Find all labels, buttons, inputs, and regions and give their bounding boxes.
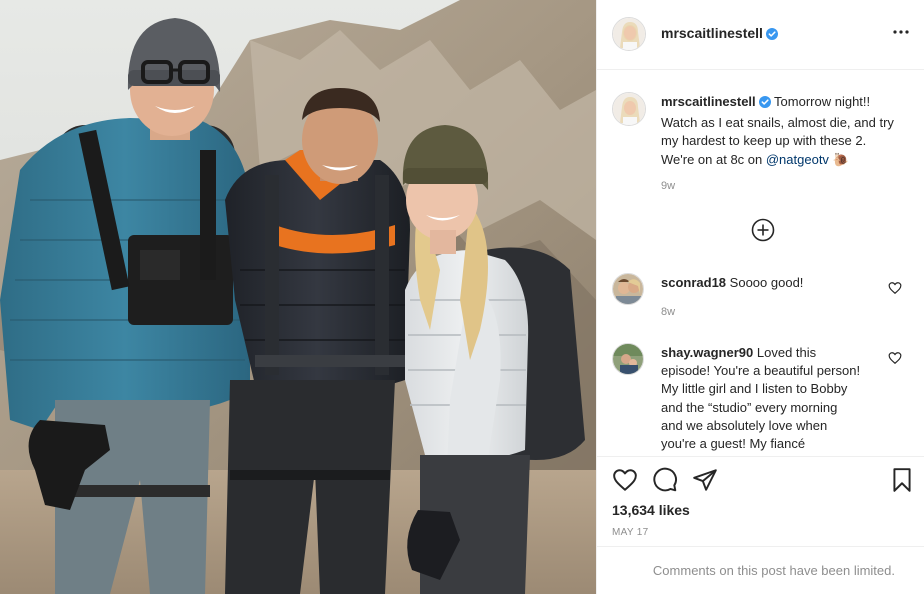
post-actions: 13,634 likes MAY 17: [597, 456, 924, 546]
snail-emoji: 🐌: [832, 151, 849, 167]
comment-like-heart-icon[interactable]: [888, 281, 902, 295]
heart-icon[interactable]: [612, 467, 638, 493]
commenter-avatar[interactable]: [612, 343, 644, 375]
comment-text: sconrad18 Soooo good!: [661, 274, 861, 292]
comment-username[interactable]: sconrad18: [661, 275, 726, 290]
caption-timestamp[interactable]: 9w: [661, 180, 675, 192]
verified-badge-icon: [758, 95, 771, 114]
commenter-avatar-image: [613, 274, 643, 304]
comment-text: shay.wagner90 Loved this episode! You're…: [661, 344, 861, 453]
verified-badge-icon: [765, 27, 778, 43]
post-side-panel: mrscaitlinestell mrscaitlinestell Tomorr…: [596, 0, 924, 594]
post-header: mrscaitlinestell: [597, 0, 924, 70]
caption-author-avatar[interactable]: [612, 92, 646, 126]
post-photo-image: [0, 0, 596, 594]
comments-list[interactable]: mrscaitlinestell Tomorrow night!! Watch …: [597, 70, 924, 456]
author-username[interactable]: mrscaitlinestell: [661, 25, 763, 41]
paper-plane-icon[interactable]: [692, 467, 718, 493]
more-horizontal-icon[interactable]: [891, 22, 911, 42]
caption-avatar-image: [613, 93, 645, 125]
author-username-row: mrscaitlinestell: [661, 25, 778, 43]
commenter-avatar-image: [613, 344, 643, 374]
comment-bubble-icon[interactable]: [652, 467, 678, 493]
author-avatar[interactable]: [612, 17, 646, 51]
likes-count[interactable]: 13,634 likes: [612, 502, 690, 518]
caption-text: mrscaitlinestell Tomorrow night!! Watch …: [661, 93, 901, 169]
plus-circle-icon[interactable]: [751, 218, 775, 242]
post-photo[interactable]: [0, 0, 596, 594]
instagram-post: mrscaitlinestell mrscaitlinestell Tomorr…: [0, 0, 924, 594]
comment-like-heart-icon[interactable]: [888, 351, 902, 365]
caption-mention[interactable]: @natgeotv: [766, 152, 829, 167]
comment-username[interactable]: shay.wagner90: [661, 345, 753, 360]
comment-timestamp[interactable]: 8w: [661, 306, 675, 318]
comments-limited-notice: Comments on this post have been limited.: [597, 546, 924, 594]
comment-body: Soooo good!: [729, 275, 804, 290]
bookmark-icon[interactable]: [889, 467, 915, 493]
post-date[interactable]: MAY 17: [612, 527, 648, 538]
comment-body: Loved this episode! You're a beautiful p…: [661, 345, 861, 452]
author-avatar-image: [613, 18, 645, 50]
caption-username[interactable]: mrscaitlinestell: [661, 94, 756, 109]
commenter-avatar[interactable]: [612, 273, 644, 305]
